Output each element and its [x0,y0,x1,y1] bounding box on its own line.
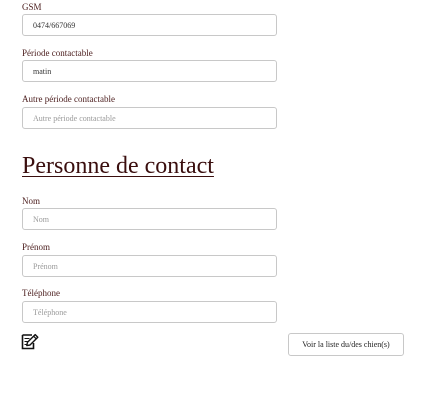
name-label: Nom [22,196,40,206]
first-name-input[interactable] [22,255,277,277]
first-name-label: Prénom [22,242,50,252]
name-input[interactable] [22,208,277,230]
phone-input[interactable] [22,301,277,323]
other-contact-period-input[interactable] [22,107,277,129]
gsm-label: GSM [22,2,42,12]
gsm-input[interactable] [22,14,277,36]
other-contact-period-label: Autre période contactable [22,94,115,104]
phone-label: Téléphone [22,288,60,298]
contact-period-label: Période contactable [22,48,93,58]
pencil-note-icon[interactable] [21,333,39,350]
contact-person-heading: Personne de contact [22,153,214,179]
view-dogs-list-button[interactable]: Voir la liste du/des chien(s) [288,333,404,356]
contact-period-input[interactable] [22,60,277,82]
